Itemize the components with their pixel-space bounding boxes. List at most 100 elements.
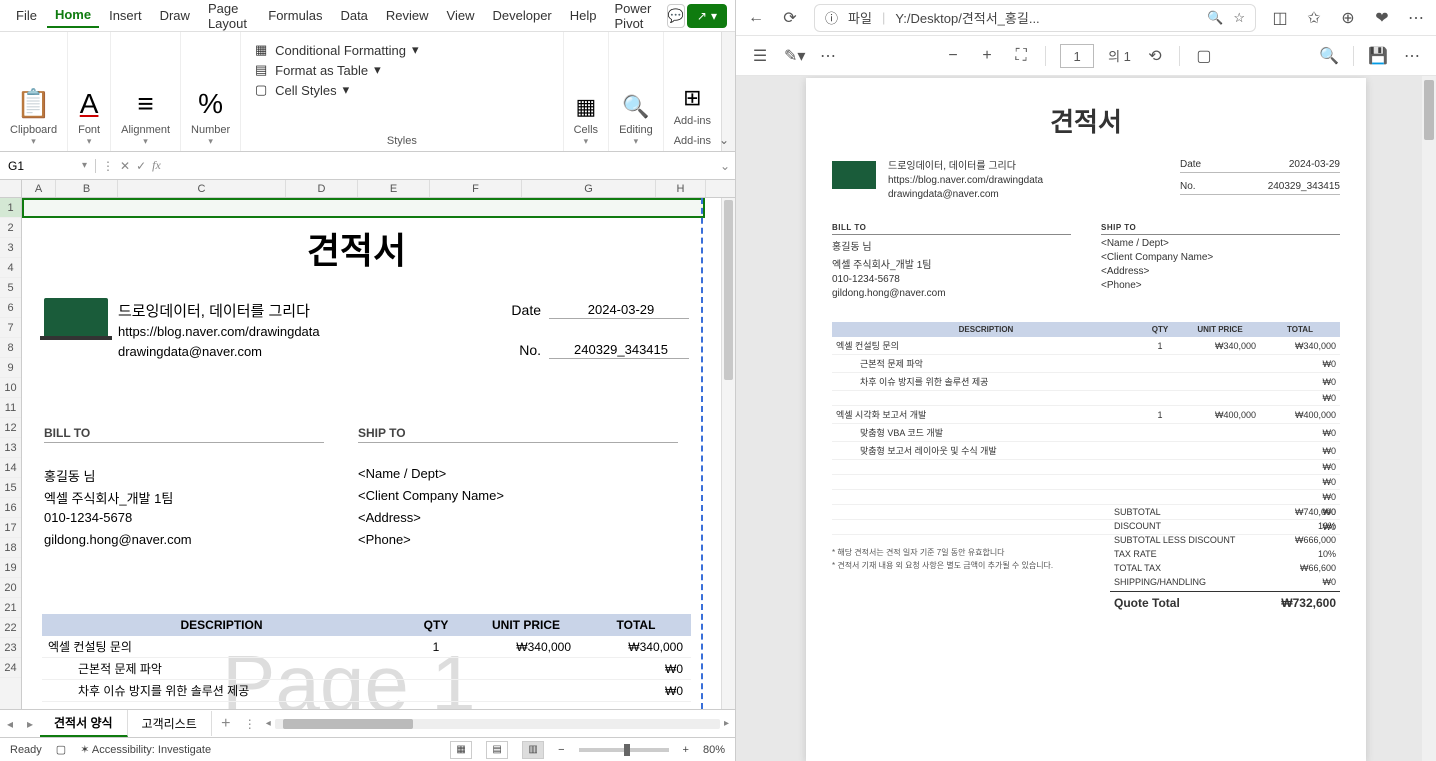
group-font[interactable]: A Font ▾: [68, 32, 111, 151]
name-box[interactable]: G1▾: [0, 159, 96, 173]
row-header[interactable]: 23: [0, 638, 21, 658]
tab-file[interactable]: File: [8, 4, 45, 27]
favorite-icon[interactable]: ☆: [1233, 10, 1245, 26]
refresh-button[interactable]: ⟳: [780, 8, 800, 28]
zoom-in-button[interactable]: +: [683, 744, 689, 756]
group-cells[interactable]: ▦ Cells ▾: [564, 32, 609, 151]
select-all-corner[interactable]: [0, 180, 22, 197]
col-header-f[interactable]: F: [430, 180, 522, 197]
zoom-out-button[interactable]: −: [558, 744, 564, 756]
tab-view[interactable]: View: [439, 4, 483, 27]
row-header[interactable]: 5: [0, 278, 21, 298]
col-header-a[interactable]: A: [22, 180, 56, 197]
group-clipboard[interactable]: 📋 Clipboard ▾: [0, 32, 68, 151]
row-header[interactable]: 15: [0, 478, 21, 498]
zoom-level[interactable]: 80%: [703, 744, 725, 756]
share-button[interactable]: ↗▾: [687, 4, 727, 28]
format-as-table-button[interactable]: ▤Format as Table ▾: [253, 60, 550, 80]
extensions-icon[interactable]: ❤: [1372, 8, 1392, 28]
favorites-icon[interactable]: ✩: [1304, 8, 1324, 28]
row-header[interactable]: 4: [0, 258, 21, 278]
comments-button[interactable]: 💬: [667, 4, 685, 28]
col-header-b[interactable]: B: [56, 180, 118, 197]
zoom-out-button[interactable]: −: [943, 47, 963, 65]
row-header[interactable]: 8: [0, 338, 21, 358]
row-header[interactable]: 16: [0, 498, 21, 518]
row-header[interactable]: 14: [0, 458, 21, 478]
row-header[interactable]: 22: [0, 618, 21, 638]
row-header[interactable]: 17: [0, 518, 21, 538]
tab-data[interactable]: Data: [332, 4, 375, 27]
save-icon[interactable]: 💾: [1368, 46, 1388, 66]
collapse-ribbon-button[interactable]: ⌄: [719, 133, 729, 147]
enter-icon[interactable]: ✓: [136, 159, 146, 173]
tab-home[interactable]: Home: [47, 3, 99, 28]
scroll-left-icon[interactable]: ◂: [266, 718, 271, 729]
normal-view-button[interactable]: ▦: [450, 741, 472, 759]
group-addins[interactable]: ⊞ Add-ins Add-ins: [664, 32, 721, 151]
row-header[interactable]: 1: [0, 198, 21, 218]
settings-icon[interactable]: ⋯: [1402, 46, 1422, 66]
search-icon[interactable]: 🔍: [1319, 46, 1339, 66]
prev-sheet-button[interactable]: ◂: [0, 717, 20, 731]
address-bar[interactable]: ⓘ 파일 | Y:/Desktop/견적서_홍길... 🔍 ☆: [814, 4, 1256, 32]
col-header-e[interactable]: E: [358, 180, 430, 197]
col-header-d[interactable]: D: [286, 180, 358, 197]
tab-help[interactable]: Help: [562, 4, 605, 27]
row-header[interactable]: 11: [0, 398, 21, 418]
split-screen-icon[interactable]: ◫: [1270, 8, 1290, 28]
conditional-formatting-button[interactable]: ▦Conditional Formatting ▾: [253, 40, 550, 60]
rotate-icon[interactable]: ⟲: [1145, 46, 1165, 66]
cancel-icon[interactable]: ✕: [120, 159, 130, 173]
cell-styles-button[interactable]: ▢Cell Styles ▾: [253, 80, 550, 100]
dropdown-icon[interactable]: ⋮: [102, 159, 114, 173]
contents-icon[interactable]: ☰: [750, 46, 770, 66]
row-header[interactable]: 21: [0, 598, 21, 618]
next-sheet-button[interactable]: ▸: [20, 717, 40, 731]
row-header[interactable]: 24: [0, 658, 21, 678]
expand-formula-bar[interactable]: ⌄: [715, 159, 735, 173]
col-header-g[interactable]: G: [522, 180, 656, 197]
vertical-scrollbar[interactable]: [721, 198, 735, 709]
row-header[interactable]: 9: [0, 358, 21, 378]
more-tools-icon[interactable]: ⋯: [818, 46, 838, 66]
scrollbar-thumb[interactable]: [283, 719, 413, 729]
zoom-slider[interactable]: [579, 748, 669, 752]
page-view-icon[interactable]: ▢: [1194, 46, 1214, 66]
pdf-scrollbar[interactable]: [1422, 76, 1436, 761]
tab-draw[interactable]: Draw: [152, 4, 198, 27]
zoom-in-button[interactable]: +: [977, 47, 997, 65]
accessibility-status[interactable]: ✶ Accessibility: Investigate: [80, 743, 211, 756]
sheet-tab-quote[interactable]: 견적서 양식: [40, 710, 128, 737]
fit-width-icon[interactable]: ⛶: [1011, 47, 1031, 65]
row-header[interactable]: 3: [0, 238, 21, 258]
group-number[interactable]: % Number ▾: [181, 32, 241, 151]
scrollbar-thumb[interactable]: [724, 200, 733, 380]
row-header[interactable]: 18: [0, 538, 21, 558]
row-header[interactable]: 10: [0, 378, 21, 398]
row-header[interactable]: 7: [0, 318, 21, 338]
worksheet[interactable]: Page 1 견적서 드로잉데이터, 데이터를 그리다 https://blog…: [22, 198, 721, 709]
tab-page-layout[interactable]: Page Layout: [200, 0, 258, 35]
highlight-icon[interactable]: ✎▾: [784, 46, 804, 66]
col-header-h[interactable]: H: [656, 180, 706, 197]
row-header[interactable]: 13: [0, 438, 21, 458]
zoom-knob[interactable]: [624, 744, 630, 756]
back-button[interactable]: ←: [746, 9, 766, 27]
page-layout-view-button[interactable]: ▤: [486, 741, 508, 759]
tab-formulas[interactable]: Formulas: [260, 4, 330, 27]
group-alignment[interactable]: ≡ Alignment ▾: [111, 32, 181, 151]
row-header[interactable]: 2: [0, 218, 21, 238]
pdf-viewport[interactable]: 견적서 드로잉데이터, 데이터를 그리다 https://blog.naver.…: [736, 76, 1436, 761]
sheet-tab-customers[interactable]: 고객리스트: [128, 711, 212, 736]
page-number-input[interactable]: 1: [1060, 44, 1094, 68]
tab-review[interactable]: Review: [378, 4, 437, 27]
row-header[interactable]: 20: [0, 578, 21, 598]
group-editing[interactable]: 🔍 Editing ▾: [609, 32, 664, 151]
more-icon[interactable]: ⋯: [1406, 8, 1426, 28]
zoom-icon[interactable]: 🔍: [1207, 10, 1223, 26]
scroll-right-icon[interactable]: ▸: [724, 718, 729, 729]
row-header[interactable]: 6: [0, 298, 21, 318]
sheet-menu-button[interactable]: ⋮: [240, 717, 260, 731]
fx-icon[interactable]: fx: [152, 158, 161, 173]
